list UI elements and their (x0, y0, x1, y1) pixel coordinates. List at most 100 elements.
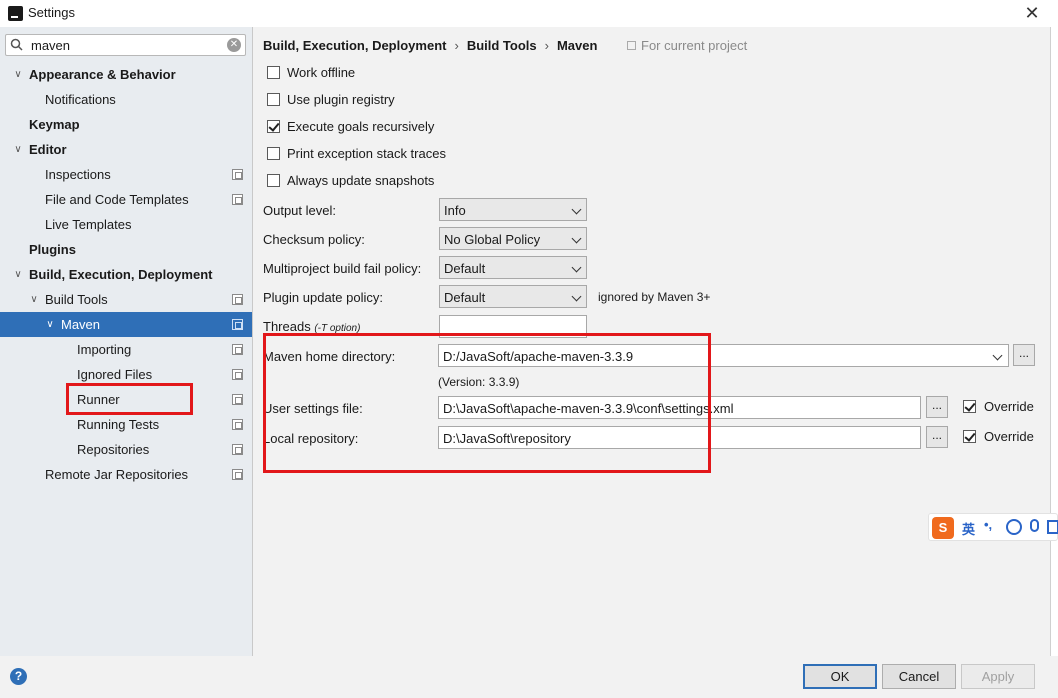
sidebar-item-label: Remote Jar Repositories (45, 467, 189, 482)
project-scope-icon (232, 169, 243, 180)
project-scope-icon (232, 294, 243, 305)
chevron-down-icon (571, 291, 582, 302)
right-edge-strip (1050, 27, 1058, 656)
project-scope-icon (232, 419, 243, 430)
close-window-icon[interactable]: ✕ (1021, 2, 1043, 24)
work-offline-label: Work offline (287, 65, 356, 80)
plugin-update-label: Plugin update policy: (263, 290, 383, 305)
user-settings-value: D:\JavaSoft\apache-maven-3.3.9\conf\sett… (443, 401, 734, 416)
chevron-down-icon (571, 262, 582, 273)
plugin-update-value: Default (444, 290, 486, 305)
chevron-down-icon (992, 350, 1003, 361)
breadcrumb-build-execution: Build, Execution, Deployment (263, 38, 447, 53)
clear-search-icon[interactable]: ✕ (227, 38, 241, 52)
ok-button[interactable]: OK (803, 664, 877, 689)
local-repo-input[interactable]: D:\JavaSoft\repository (438, 426, 921, 449)
local-repo-value: D:\JavaSoft\repository (443, 431, 571, 446)
apply-button[interactable]: Apply (961, 664, 1035, 689)
threads-hint: (-T option) (314, 323, 361, 334)
emoji-icon[interactable] (1006, 519, 1022, 535)
user-settings-label: User settings file: (263, 401, 363, 416)
local-repo-override-checkbox[interactable] (963, 430, 976, 443)
sidebar-item-editor[interactable]: ∨ Editor (0, 137, 252, 162)
expand-arrow-icon[interactable]: ∨ (44, 312, 56, 337)
sidebar-item-build-tools[interactable]: ∨ Build Tools (0, 287, 252, 312)
ime-toolbar: S 英 •, (928, 513, 1058, 541)
user-settings-browse-button[interactable]: ... (926, 396, 948, 418)
sidebar-item-label: Running Tests (77, 417, 160, 432)
sidebar-item-appearance-behavior[interactable]: ∨ Appearance & Behavior (0, 62, 252, 87)
sidebar-item-runner[interactable]: Runner (0, 387, 252, 412)
sidebar-item-keymap[interactable]: Keymap (0, 112, 252, 137)
sidebar-item-live-templates[interactable]: Live Templates (0, 212, 252, 237)
user-settings-override-checkbox[interactable] (963, 400, 976, 413)
expand-arrow-icon[interactable]: ∨ (12, 62, 24, 87)
maven-home-label: Maven home directory: (263, 349, 396, 364)
project-scope-icon (232, 369, 243, 380)
ime-punct-toggle[interactable]: •, (984, 517, 992, 532)
maven-home-browse-button[interactable]: ... (1013, 344, 1035, 366)
checksum-policy-select[interactable]: No Global Policy (439, 227, 587, 250)
sidebar-item-label: File and Code Templates (45, 192, 189, 207)
sidebar-item-importing[interactable]: Importing (0, 337, 252, 362)
maven-settings-panel: Build, Execution, Deployment › Build Tools… (254, 27, 1050, 656)
breadcrumb-maven: Maven (556, 38, 598, 53)
multiproject-fail-select[interactable]: Default (439, 256, 587, 279)
chevron-down-icon (571, 233, 582, 244)
window-title: Settings (28, 5, 75, 20)
maven-version-note: (Version: 3.3.9) (438, 375, 520, 389)
sidebar-item-notifications[interactable]: Notifications (0, 87, 252, 112)
help-icon[interactable]: ? (10, 668, 27, 685)
sidebar-item-repositories[interactable]: Repositories (0, 437, 252, 462)
sidebar-item-label: Appearance & Behavior (29, 67, 176, 82)
threads-input[interactable] (439, 315, 587, 338)
cancel-button[interactable]: Cancel (882, 664, 956, 689)
user-settings-input[interactable]: D:\JavaSoft\apache-maven-3.3.9\conf\sett… (438, 396, 921, 419)
maven-home-select[interactable]: D:/JavaSoft/apache-maven-3.3.9 (438, 344, 1009, 367)
sidebar-item-ignored-files[interactable]: Ignored Files (0, 362, 252, 387)
dialog-footer: ? OK Cancel Apply (0, 656, 1058, 698)
always-update-snapshots-checkbox[interactable] (267, 174, 280, 187)
search-input[interactable] (31, 36, 221, 54)
checksum-policy-label: Checksum policy: (263, 232, 365, 247)
output-level-select[interactable]: Info (439, 198, 587, 221)
expand-arrow-icon[interactable]: ∨ (12, 137, 24, 162)
override-label: Override (984, 399, 1034, 414)
plugin-update-select[interactable]: Default (439, 285, 587, 308)
toolbox-icon[interactable] (1047, 520, 1058, 534)
project-scope-icon (232, 444, 243, 455)
sidebar-item-plugins[interactable]: Plugins (0, 237, 252, 262)
sogou-logo-icon[interactable]: S (932, 517, 954, 539)
expand-arrow-icon[interactable]: ∨ (12, 262, 24, 287)
execute-goals-recursively-label: Execute goals recursively (287, 119, 435, 134)
print-exception-stack-traces-checkbox[interactable] (267, 147, 280, 160)
sidebar-item-remote-jar-repositories[interactable]: Remote Jar Repositories (0, 462, 252, 487)
sidebar-item-maven[interactable]: ∨ Maven (0, 312, 252, 337)
output-level-label: Output level: (263, 203, 336, 218)
local-repo-browse-button[interactable]: ... (926, 426, 948, 448)
checksum-policy-value: No Global Policy (444, 232, 541, 247)
title-bar: Settings ✕ (0, 0, 1058, 27)
use-plugin-registry-checkbox[interactable] (267, 93, 280, 106)
expand-arrow-icon[interactable]: ∨ (28, 287, 40, 312)
breadcrumb-separator: › (454, 38, 459, 53)
microphone-icon[interactable] (1030, 519, 1039, 532)
threads-label-text: Threads (263, 319, 311, 334)
project-scope-icon (232, 344, 243, 355)
project-scope-icon (232, 469, 243, 480)
breadcrumb-build-tools: Build Tools (466, 38, 537, 53)
sidebar-item-running-tests[interactable]: Running Tests (0, 412, 252, 437)
sidebar-item-label: Maven (61, 317, 101, 332)
ime-mode-toggle[interactable]: 英 (962, 519, 975, 538)
sidebar-item-file-and-code-templates[interactable]: File and Code Templates (0, 187, 252, 212)
execute-goals-recursively-checkbox[interactable] (267, 120, 280, 133)
sidebar-item-build-execution-deployment[interactable]: ∨ Build, Execution, Deployment (0, 262, 252, 287)
work-offline-checkbox[interactable] (267, 66, 280, 79)
breadcrumb-separator: › (544, 38, 549, 53)
sidebar-item-inspections[interactable]: Inspections (0, 162, 252, 187)
threads-label: Threads (-T option) (263, 319, 360, 334)
search-icon[interactable] (10, 38, 24, 52)
sidebar-item-label: Plugins (29, 242, 76, 257)
multiproject-fail-value: Default (444, 261, 486, 276)
always-update-snapshots-label: Always update snapshots (287, 173, 435, 188)
